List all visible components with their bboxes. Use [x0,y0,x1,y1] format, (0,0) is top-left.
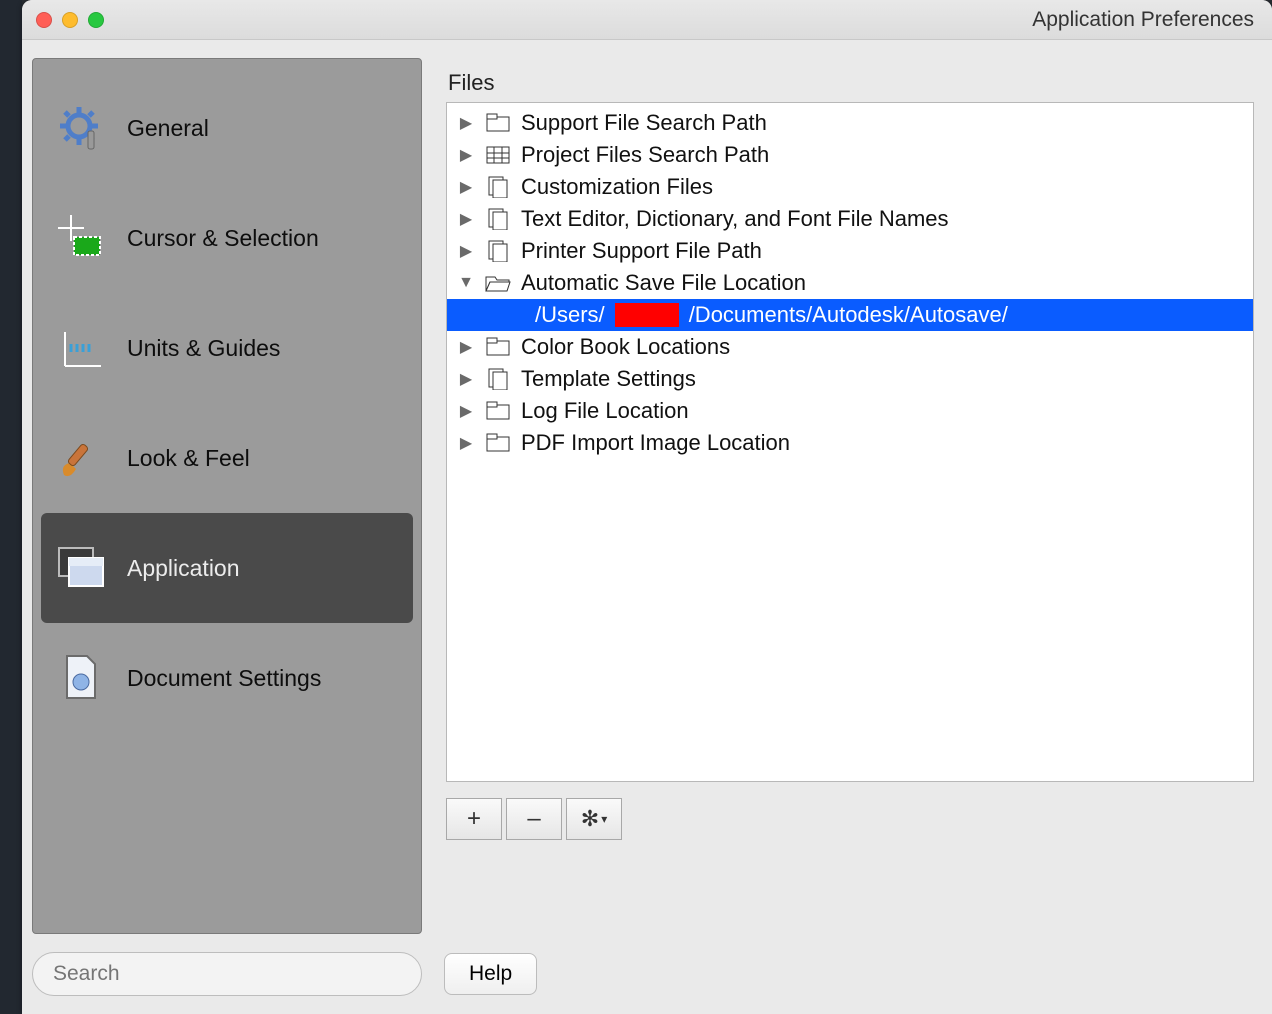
dropdown-caret-icon: ▾ [601,812,607,826]
tree-node-label: Color Book Locations [521,334,730,360]
grid-folder-icon [485,144,511,166]
disclosure-right-icon[interactable]: ▶ [457,433,475,453]
redacted-username [615,303,679,327]
path-suffix: /Documents/Autodesk/Autosave/ [689,302,1008,328]
plus-icon: + [467,805,481,833]
disclosure-right-icon[interactable]: ▶ [457,209,475,229]
tree-node-label: Project Files Search Path [521,142,769,168]
documents-icon [485,208,511,230]
window-controls [36,12,104,28]
disclosure-right-icon[interactable]: ▶ [457,241,475,261]
axes-icon [55,322,107,374]
tree-node-label: Template Settings [521,366,696,392]
tree-node-label: Customization Files [521,174,713,200]
gear-icon [55,102,107,154]
tree-node-printer-support-file-path[interactable]: ▶ Printer Support File Path [447,235,1253,267]
tree-node-label: Printer Support File Path [521,238,762,264]
sidebar-item-label: General [127,115,209,142]
zoom-window-button[interactable] [88,12,104,28]
tree-node-automatic-save-file-location[interactable]: ▼ Automatic Save File Location [447,267,1253,299]
application-windows-icon [55,542,107,594]
preferences-window: Application Preferences [22,0,1272,1014]
brush-icon [55,432,107,484]
right-panel: Files ▶ Support File Search Path ▶ Proje… [446,58,1254,934]
tree-node-support-file-search-path[interactable]: ▶ Support File Search Path [447,107,1253,139]
sidebar-item-document-settings[interactable]: Document Settings [41,623,413,733]
tree-node-pdf-import-image-location[interactable]: ▶ PDF Import Image Location [447,427,1253,459]
tree-node-label: Log File Location [521,398,689,424]
tree-node-customization-files[interactable]: ▶ Customization Files [447,171,1253,203]
tree-node-color-book-locations[interactable]: ▶ Color Book Locations [447,331,1253,363]
help-button-label: Help [469,962,512,985]
documents-icon [485,240,511,262]
files-tree[interactable]: ▶ Support File Search Path ▶ Project Fil… [446,102,1254,782]
disclosure-down-icon[interactable]: ▼ [457,274,475,292]
sidebar-item-application[interactable]: Application [41,513,413,623]
sidebar: General Cursor & Selection [32,58,422,934]
minus-icon: – [527,805,540,833]
remove-button[interactable]: – [506,798,562,840]
tree-node-label: Automatic Save File Location [521,270,806,296]
document-icon [55,652,107,704]
tree-child-autosave-path[interactable]: /Users/ /Documents/Autodesk/Autosave/ [447,299,1253,331]
tree-node-label: Text Editor, Dictionary, and Font File N… [521,206,949,232]
gear-small-icon: ✻ [581,806,599,832]
tree-node-text-editor-dictionary-fonts[interactable]: ▶ Text Editor, Dictionary, and Font File… [447,203,1253,235]
sidebar-item-label: Units & Guides [127,335,280,362]
sidebar-item-label: Document Settings [127,665,321,692]
folder-icon [485,432,511,454]
close-window-button[interactable] [36,12,52,28]
sidebar-item-cursor-selection[interactable]: Cursor & Selection [41,183,413,293]
tree-node-project-files-search-path[interactable]: ▶ Project Files Search Path [447,139,1253,171]
disclosure-right-icon[interactable]: ▶ [457,113,475,133]
settings-dropdown-button[interactable]: ✻ ▾ [566,798,622,840]
window-title: Application Preferences [1032,8,1258,32]
minimize-window-button[interactable] [62,12,78,28]
search-input[interactable] [32,952,422,996]
folder-open-icon [485,272,511,294]
tree-node-log-file-location[interactable]: ▶ Log File Location [447,395,1253,427]
sidebar-item-units-guides[interactable]: Units & Guides [41,293,413,403]
disclosure-right-icon[interactable]: ▶ [457,401,475,421]
tree-node-label: PDF Import Image Location [521,430,790,456]
cursor-selection-icon [55,212,107,264]
tree-node-label: Support File Search Path [521,110,767,136]
path-prefix: /Users/ [535,302,605,328]
folder-icon [485,336,511,358]
folder-icon [485,400,511,422]
documents-icon [485,176,511,198]
help-button[interactable]: Help [444,953,537,995]
background-app-strip [0,0,22,1014]
sidebar-item-label: Application [127,555,240,582]
tree-node-template-settings[interactable]: ▶ Template Settings [447,363,1253,395]
disclosure-right-icon[interactable]: ▶ [457,177,475,197]
content-area: General Cursor & Selection [22,40,1272,952]
sidebar-item-label: Cursor & Selection [127,225,319,252]
files-section-label: Files [448,70,1254,96]
disclosure-right-icon[interactable]: ▶ [457,337,475,357]
tree-action-buttons: + – ✻ ▾ [446,798,1254,840]
documents-icon [485,368,511,390]
disclosure-right-icon[interactable]: ▶ [457,145,475,165]
titlebar: Application Preferences [22,0,1272,40]
bottom-bar: Help [22,952,1272,1014]
folder-icon [485,112,511,134]
sidebar-item-label: Look & Feel [127,445,250,472]
sidebar-item-look-feel[interactable]: Look & Feel [41,403,413,513]
disclosure-right-icon[interactable]: ▶ [457,369,475,389]
sidebar-item-general[interactable]: General [41,73,413,183]
add-button[interactable]: + [446,798,502,840]
